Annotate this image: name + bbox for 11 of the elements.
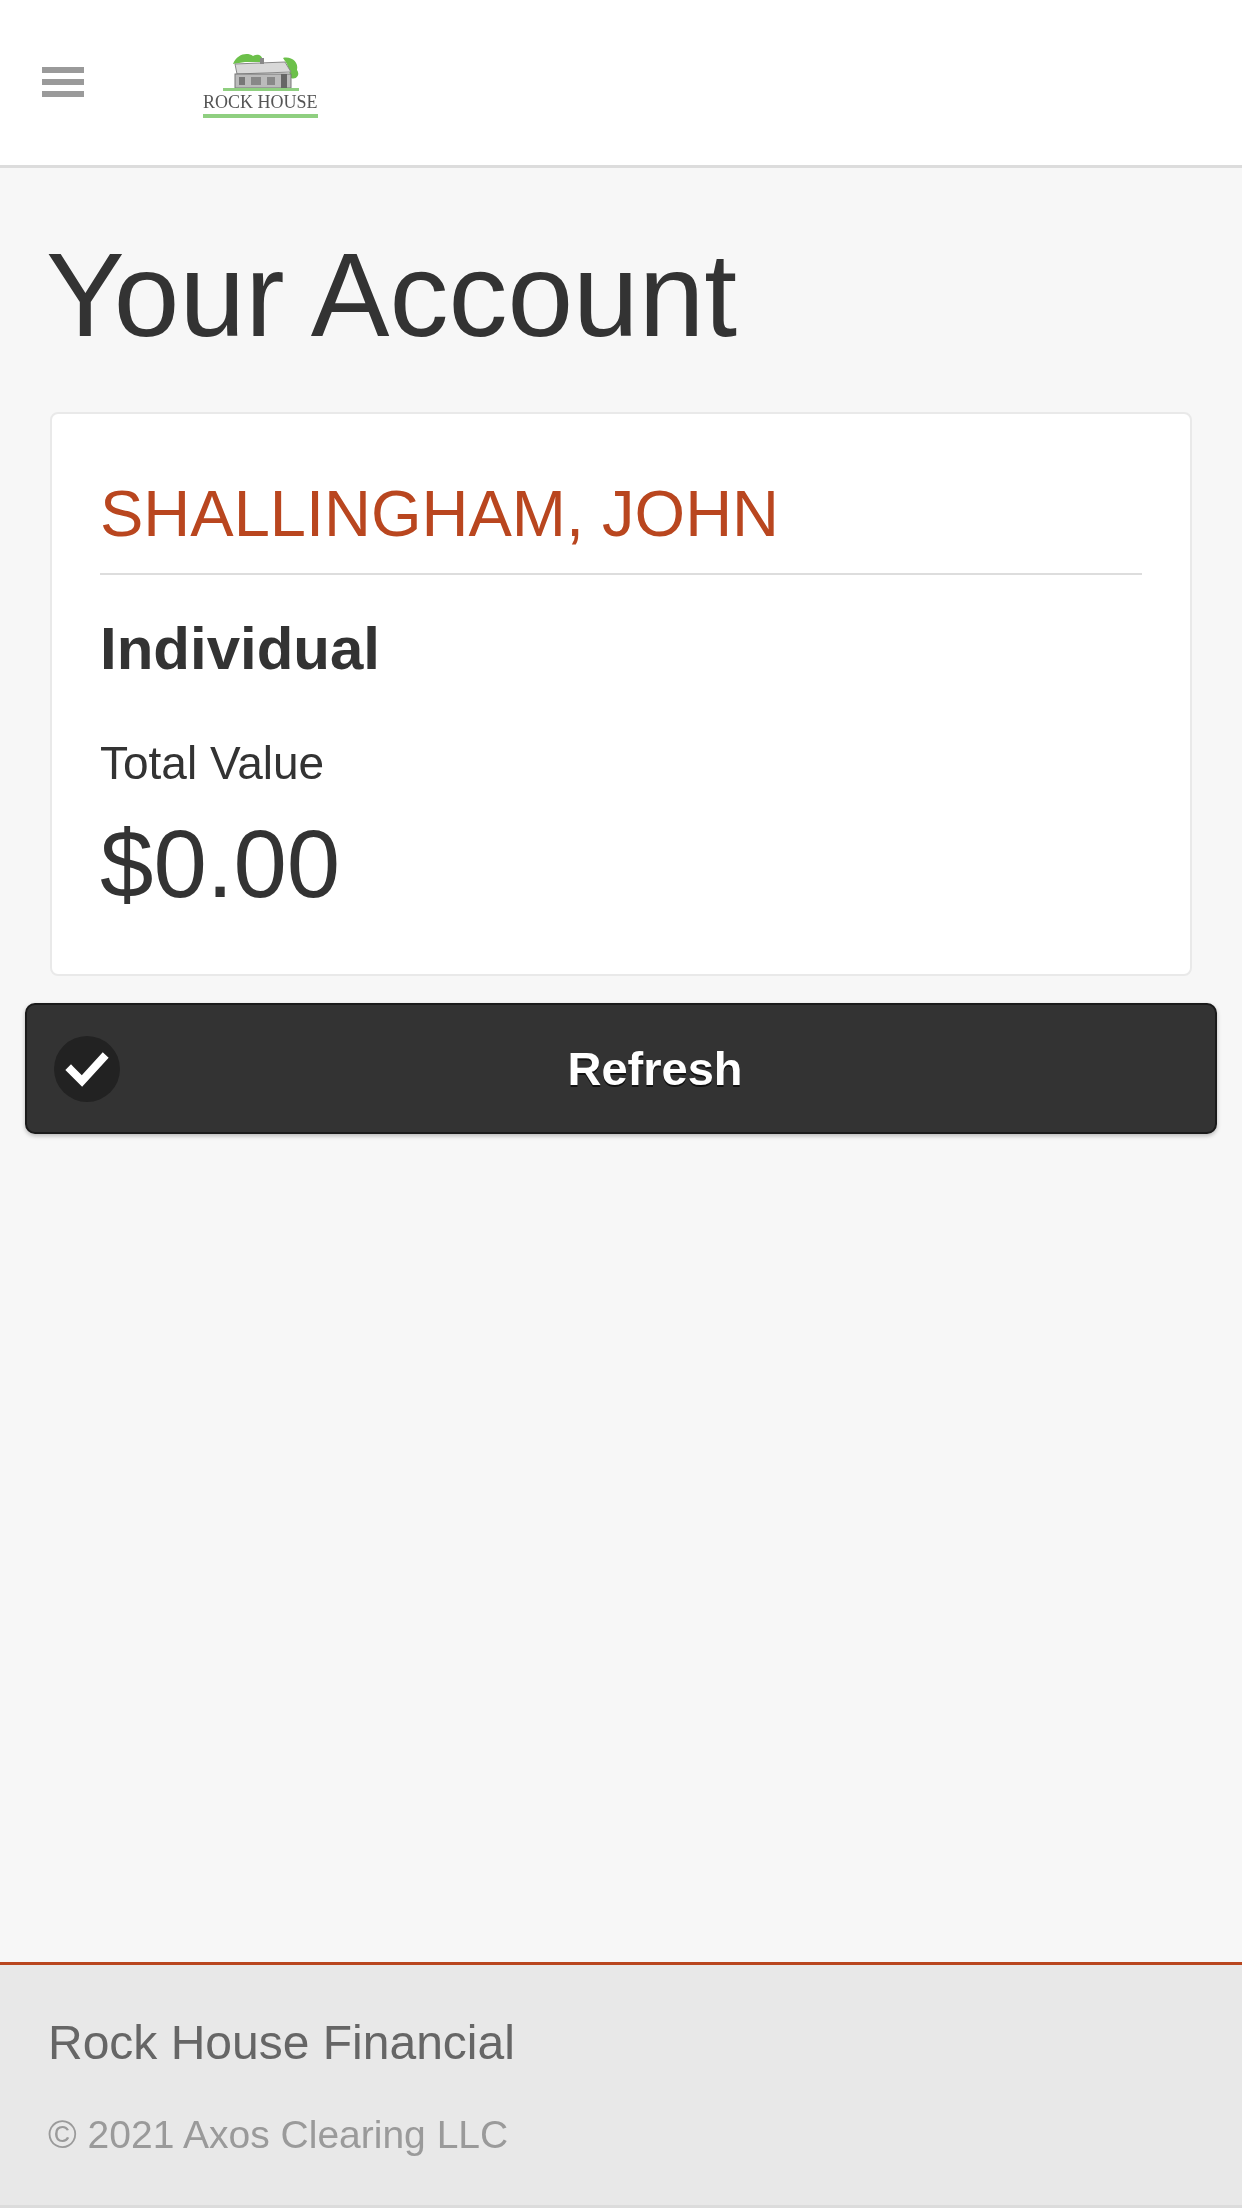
logo-text: ROCK HOUSE bbox=[203, 92, 318, 118]
menu-icon[interactable] bbox=[42, 67, 84, 98]
refresh-button[interactable]: Refresh bbox=[25, 1003, 1217, 1134]
account-type: Individual bbox=[100, 619, 381, 679]
total-value: $0.00 bbox=[100, 816, 341, 912]
total-value-label: Total Value bbox=[100, 740, 325, 786]
account-holder-name: SHALLINGHAM, JOHN bbox=[100, 481, 779, 546]
footer-company-name: Rock House Financial bbox=[48, 2019, 515, 2067]
copyright-text: © 2021 Axos Clearing LLC bbox=[48, 2115, 509, 2154]
check-icon bbox=[54, 1035, 120, 1102]
page-title: Your Account bbox=[46, 236, 739, 354]
